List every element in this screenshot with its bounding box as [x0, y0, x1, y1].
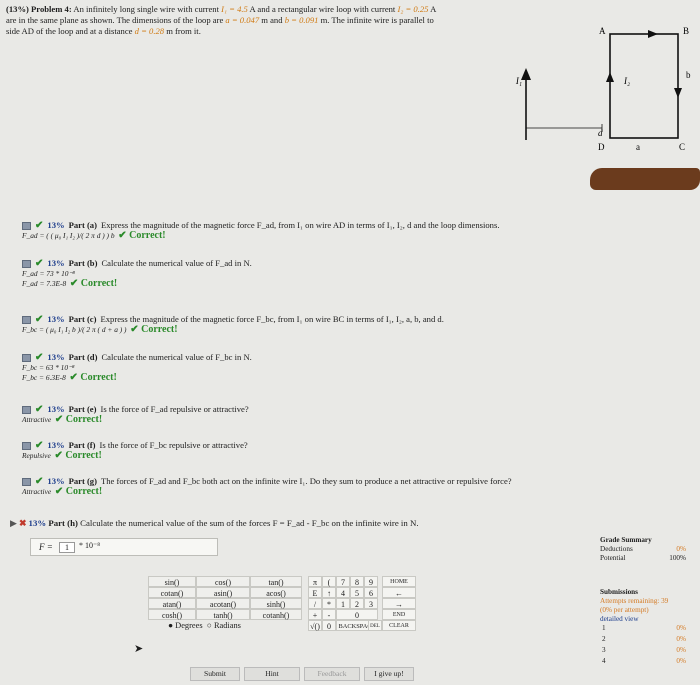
hint-icon[interactable] [22, 259, 31, 268]
key-e[interactable]: E [308, 587, 322, 598]
key-8[interactable]: 8 [350, 576, 364, 587]
hint-icon[interactable] [22, 221, 31, 230]
key-sqrt[interactable]: √() [308, 620, 322, 631]
hint-button[interactable]: Hint [244, 667, 300, 681]
part-b: ✔ 13% Part (b) Calculate the numerical va… [22, 258, 252, 289]
give-up-button[interactable]: I give up! [364, 667, 414, 681]
key-clear[interactable]: CLEAR [382, 620, 416, 631]
check-icon: ✔ [35, 476, 44, 487]
check-icon: ✔ [35, 404, 44, 415]
label-A: A [599, 26, 606, 36]
angle-mode: ● Degrees ○ Radians [168, 621, 241, 630]
calculator-keypad: sin() cos() tan() cotan() asin() acos() … [148, 572, 448, 656]
key-up[interactable]: ↑ [322, 587, 336, 598]
label-I2: I₂ [623, 76, 630, 86]
answer-bar: F = 1 * 10⁻⁸ [30, 538, 218, 556]
key-acotan[interactable]: acotan() [196, 598, 250, 609]
loop-arrow-left [606, 72, 614, 82]
key-del[interactable]: DEL [368, 620, 382, 631]
incorrect-icon: ✖ [18, 518, 27, 528]
label-C: C [679, 142, 685, 152]
key-right[interactable]: → [382, 598, 416, 609]
key-0[interactable]: 0 [336, 609, 378, 620]
check-icon: ✔ [35, 258, 44, 269]
hint-icon[interactable] [22, 315, 31, 324]
key-cosh[interactable]: cosh() [148, 609, 196, 620]
redaction-mark [590, 168, 700, 190]
hint-icon[interactable] [22, 477, 31, 486]
label-d: d [598, 128, 603, 138]
key-cotan[interactable]: cotan() [148, 587, 196, 598]
key-zero-alt[interactable]: 0 [322, 620, 336, 631]
part-a: ✔ 13% Part (a) Express the magnitude of t… [22, 220, 500, 241]
loop-arrow-right [674, 88, 682, 98]
part-d: ✔ 13% Part (d) Calculate the numerical va… [22, 352, 252, 383]
key-sin[interactable]: sin() [148, 576, 196, 587]
key-1[interactable]: 1 [336, 598, 350, 609]
key-pi[interactable]: π [308, 576, 322, 587]
label-I1: I₁ [515, 76, 522, 86]
key-5[interactable]: 5 [350, 587, 364, 598]
check-icon: ✔ [35, 352, 44, 363]
problem-prefix: (13%) Problem 4: [6, 4, 72, 14]
key-home[interactable]: HOME [382, 576, 416, 587]
submissions-panel: Submissions Attempts remaining: 39 (0% p… [600, 588, 700, 668]
feedback-button[interactable]: Feedback [304, 667, 360, 681]
key-tanh[interactable]: tanh() [196, 609, 250, 620]
part-f: ✔ 13% Part (f) Is the force of F_bc repul… [22, 440, 248, 461]
rectangular-loop [609, 33, 679, 139]
key-9[interactable]: 9 [364, 576, 378, 587]
hint-icon[interactable] [22, 353, 31, 362]
play-icon: ▶ [10, 518, 17, 528]
key-3[interactable]: 3 [364, 598, 378, 609]
key-left[interactable]: ← [382, 587, 416, 598]
key-end[interactable]: END [382, 609, 416, 620]
key-paren[interactable]: ( [322, 576, 336, 587]
answer-input[interactable]: 1 [59, 542, 75, 553]
label-B: B [683, 26, 689, 36]
part-e: ✔ 13% Part (e) Is the force of F_ad repul… [22, 404, 249, 425]
key-divide[interactable]: / [308, 598, 322, 609]
label-b: b [686, 70, 691, 80]
key-asin[interactable]: asin() [196, 587, 250, 598]
submit-button[interactable]: Submit [190, 667, 240, 681]
hint-icon[interactable] [22, 441, 31, 450]
key-atan[interactable]: atan() [148, 598, 196, 609]
degrees-radio[interactable]: ● [168, 621, 173, 630]
label-a: a [636, 142, 640, 152]
wire-loop-diagram: I₁ d A B b I₂ D a C [515, 26, 691, 152]
grade-summary: Grade Summary Deductions 0% Potential 100% [600, 536, 686, 562]
part-g: ✔ 13% Part (g) The forces of F_ad and F_b… [22, 476, 512, 497]
problem-statement: (13%) Problem 4: An infinitely long sing… [6, 4, 436, 36]
answer-power: * 10⁻⁸ [79, 541, 101, 550]
check-icon: ✔ [35, 440, 44, 451]
key-sinh[interactable]: sinh() [250, 598, 302, 609]
key-star[interactable]: * [322, 598, 336, 609]
answer-label: F = [39, 542, 53, 552]
radians-radio[interactable]: ○ [207, 621, 212, 630]
label-D: D [598, 142, 605, 152]
wire-current-arrow [521, 68, 531, 80]
key-plus[interactable]: + [308, 609, 322, 620]
key-2[interactable]: 2 [350, 598, 364, 609]
key-tan[interactable]: tan() [250, 576, 302, 587]
detailed-view-link[interactable]: detailed view [600, 615, 700, 624]
check-icon: ✔ [35, 220, 44, 231]
key-cotanh[interactable]: cotanh() [250, 609, 302, 620]
part-c: ✔ 13% Part (c) Express the magnitude of t… [22, 314, 444, 335]
loop-arrow-top [648, 30, 658, 38]
key-acos[interactable]: acos() [250, 587, 302, 598]
key-cos[interactable]: cos() [196, 576, 250, 587]
key-6[interactable]: 6 [364, 587, 378, 598]
hint-icon[interactable] [22, 405, 31, 414]
check-icon: ✔ [35, 314, 44, 325]
key-minus[interactable]: - [322, 609, 336, 620]
cursor-arrow-icon: ➤ [134, 643, 144, 655]
key-4[interactable]: 4 [336, 587, 350, 598]
key-7[interactable]: 7 [336, 576, 350, 587]
part-h: ▶ ✖ 13% Part (h) Calculate the numerical… [10, 518, 419, 528]
